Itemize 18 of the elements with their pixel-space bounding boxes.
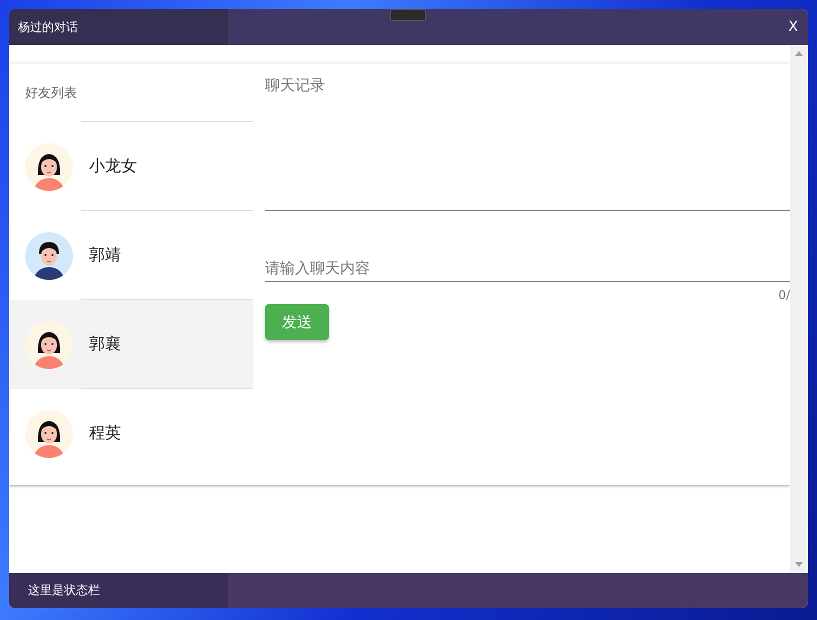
scroll-up-icon[interactable] xyxy=(795,51,803,56)
scrollbar[interactable] xyxy=(790,45,808,573)
avatar-icon xyxy=(25,232,73,280)
friend-item[interactable]: 郭靖 xyxy=(9,211,253,300)
character-counter: 0/ xyxy=(778,288,790,302)
chat-record-field[interactable]: 聊天记录 xyxy=(265,76,790,211)
close-button[interactable]: X xyxy=(778,9,808,45)
message-input-field[interactable]: 请输入聊天内容 xyxy=(265,255,790,282)
status-text: 这里是状态栏 xyxy=(28,582,100,599)
friend-item[interactable]: 小龙女 xyxy=(9,122,253,211)
friend-list-title: 好友列表 xyxy=(25,84,77,102)
avatar-icon xyxy=(25,142,73,190)
friend-item[interactable]: 郭襄 xyxy=(9,300,253,389)
scroll-down-icon[interactable] xyxy=(795,562,803,567)
window-title: 杨过的对话 xyxy=(18,18,78,36)
avatar-icon xyxy=(25,320,73,368)
drag-handle[interactable] xyxy=(390,9,426,21)
avatar-icon xyxy=(25,410,73,458)
